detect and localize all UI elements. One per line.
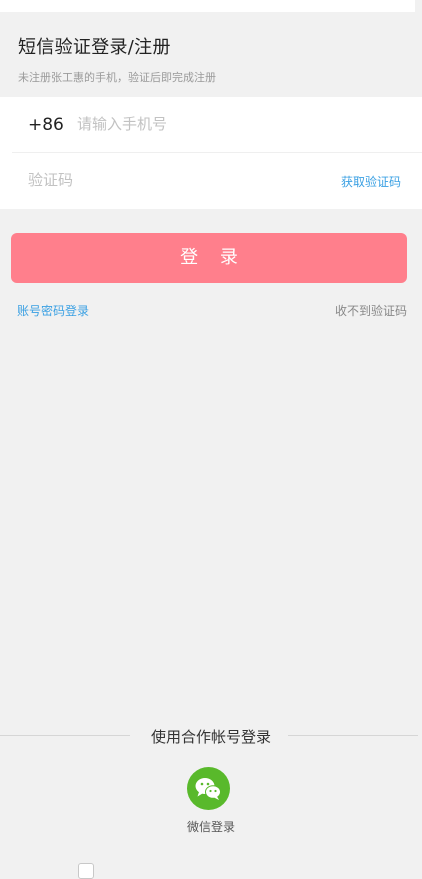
verification-code-input[interactable] bbox=[28, 167, 318, 193]
agreement-checkbox[interactable] bbox=[78, 863, 94, 879]
get-code-button[interactable]: 获取验证码 bbox=[341, 173, 401, 190]
password-login-link[interactable]: 账号密码登录 bbox=[17, 302, 89, 319]
divider-line-right bbox=[288, 735, 418, 736]
page-title: 短信验证登录/注册 bbox=[18, 37, 171, 58]
page-subtitle: 未注册张工惠的手机，验证后即完成注册 bbox=[18, 71, 216, 84]
code-row: 获取验证码 bbox=[0, 153, 422, 209]
top-bar-strip bbox=[0, 0, 415, 12]
wechat-login-label: 微信登录 bbox=[186, 820, 235, 834]
partner-login-section: 使用合作帐号登录 bbox=[0, 724, 422, 748]
wechat-icon bbox=[195, 778, 221, 800]
partner-login-title: 使用合作帐号登录 bbox=[150, 728, 271, 746]
phone-input[interactable] bbox=[77, 111, 397, 137]
login-button[interactable]: 登 录 bbox=[11, 233, 407, 283]
phone-row: +86 bbox=[0, 97, 422, 153]
login-form: +86 获取验证码 bbox=[0, 97, 422, 209]
agreement-row bbox=[78, 860, 418, 879]
no-code-link[interactable]: 收不到验证码 bbox=[335, 302, 407, 319]
country-code[interactable]: +86 bbox=[28, 115, 64, 135]
wechat-login-button[interactable] bbox=[187, 767, 230, 810]
